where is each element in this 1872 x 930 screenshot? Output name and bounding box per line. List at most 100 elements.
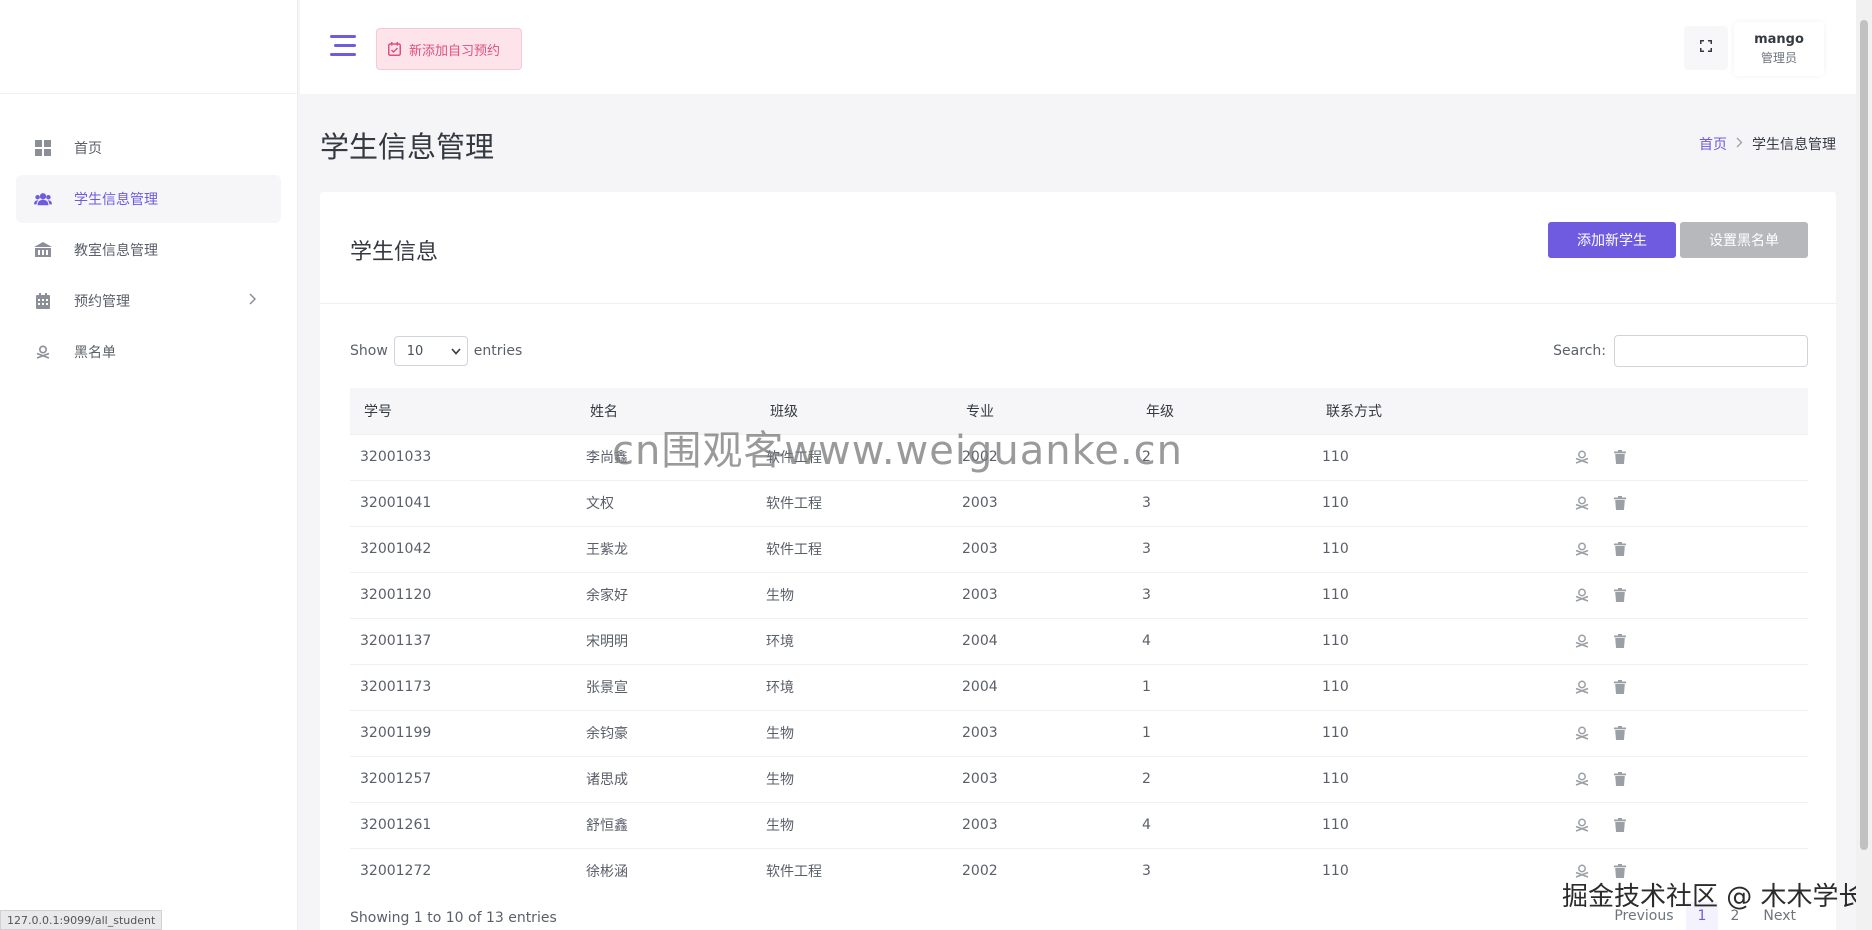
- delete-icon[interactable]: [1610, 539, 1630, 559]
- blacklist-student-icon[interactable]: [1572, 631, 1592, 651]
- table-cell: 32001033: [360, 449, 432, 465]
- row-actions: [1562, 618, 1808, 664]
- blacklist-student-icon[interactable]: [1572, 815, 1592, 835]
- table-cell: 软件工程: [766, 496, 822, 512]
- table-cell: 生物: [766, 726, 794, 742]
- fullscreen-button[interactable]: [1684, 26, 1728, 70]
- table-cell: 余钧豪: [586, 726, 628, 742]
- delete-icon[interactable]: [1610, 585, 1630, 605]
- sidebar-item-classrooms[interactable]: 教室信息管理: [16, 226, 281, 274]
- sidebar-item-reservations[interactable]: 预约管理: [16, 277, 281, 325]
- chevron-down-icon: [451, 344, 461, 359]
- row-actions: [1562, 664, 1808, 710]
- table-cell: 3: [1142, 495, 1151, 511]
- user-name: mango: [1754, 32, 1804, 47]
- table-cell: 张景宣: [586, 680, 628, 696]
- breadcrumb-current: 学生信息管理: [1752, 137, 1836, 153]
- dashboard-icon: [34, 139, 52, 157]
- search-control: Search:: [1553, 334, 1808, 368]
- classroom-icon: [34, 241, 52, 259]
- table-cell: 2003: [962, 817, 998, 833]
- table-cell: 110: [1322, 541, 1349, 557]
- delete-icon[interactable]: [1610, 677, 1630, 697]
- table-cell: 软件工程: [766, 864, 822, 881]
- table-cell: 110: [1322, 725, 1349, 741]
- table-row: 32001120 余家好 生物 2003 3 110: [350, 572, 1808, 618]
- row-actions: [1562, 526, 1808, 572]
- row-actions: [1562, 572, 1808, 618]
- delete-icon[interactable]: [1610, 631, 1630, 651]
- breadcrumb: 首页 学生信息管理: [1699, 134, 1836, 154]
- table-cell: 1: [1142, 679, 1151, 695]
- delete-icon[interactable]: [1610, 447, 1630, 467]
- table-cell: 110: [1322, 679, 1349, 695]
- blacklist-student-icon[interactable]: [1572, 769, 1592, 789]
- table-cell: 3: [1142, 541, 1151, 557]
- search-input[interactable]: [1614, 335, 1808, 367]
- table-row: 32001257 诸思成 生物 2003 2 110: [350, 756, 1808, 802]
- students-card: 学生信息 添加新学生 设置黑名单 Show 10 entries Search:…: [320, 192, 1836, 930]
- scrollbar-thumb[interactable]: [1860, 20, 1868, 850]
- blacklist-student-icon[interactable]: [1572, 677, 1592, 697]
- table-row: 32001173 张景宣 环境 2004 1 110: [350, 664, 1808, 710]
- sidebar: 首页 学生信息管理 教室信息管理 预约管理 黑名单: [0, 0, 298, 930]
- table-row: 32001261 舒恒鑫 生物 2003 4 110: [350, 802, 1808, 848]
- table-cell: 诸思成: [586, 772, 628, 788]
- new-booking-button[interactable]: 新添加自习预约: [376, 28, 522, 70]
- sidebar-item-students[interactable]: 学生信息管理: [16, 175, 281, 223]
- column-header-actions: [1562, 388, 1808, 434]
- table-cell: 110: [1322, 449, 1349, 465]
- delete-icon[interactable]: [1610, 815, 1630, 835]
- entries-label: entries: [473, 343, 523, 359]
- entries-select[interactable]: 10: [393, 336, 468, 366]
- table-row: 32001137 宋明明 环境 2004 4 110: [350, 618, 1808, 664]
- sidebar-item-label: 预约管理: [74, 294, 130, 310]
- delete-icon[interactable]: [1610, 493, 1630, 513]
- row-actions: [1562, 802, 1808, 848]
- table-body: 32001033 李尚鑫 软件工程 2002 2 110 32001041 文权 软件工程 200…: [350, 434, 1808, 894]
- table-cell: 110: [1322, 771, 1349, 787]
- column-header-id[interactable]: 学号: [350, 388, 576, 434]
- sidebar-item-label: 教室信息管理: [74, 243, 158, 259]
- chevron-right-icon: [249, 293, 257, 309]
- user-menu[interactable]: mango 管理员: [1734, 22, 1824, 76]
- sidebar-item-label: 学生信息管理: [74, 192, 158, 208]
- sidebar-item-blacklist[interactable]: 黑名单: [16, 328, 281, 376]
- blacklist-icon: [34, 343, 52, 361]
- table-info: Showing 1 to 10 of 13 entries: [350, 910, 557, 926]
- table-cell: 110: [1322, 587, 1349, 603]
- page-scrollbar[interactable]: [1856, 0, 1872, 930]
- table-cell: 宋明明: [586, 634, 628, 650]
- blacklist-student-icon[interactable]: [1572, 539, 1592, 559]
- column-header-contact[interactable]: 联系方式: [1312, 388, 1562, 434]
- delete-icon[interactable]: [1610, 723, 1630, 743]
- table-cell: 4: [1142, 817, 1151, 833]
- table-cell: 生物: [766, 818, 794, 834]
- entries-select-value: 10: [406, 343, 424, 359]
- sidebar-nav: 首页 学生信息管理 教室信息管理 预约管理 黑名单: [0, 94, 297, 376]
- page-title: 学生信息管理: [320, 130, 495, 164]
- chevron-right-icon: [1736, 136, 1743, 152]
- blacklist-student-icon[interactable]: [1572, 447, 1592, 467]
- table-cell: 2003: [962, 541, 998, 557]
- table-cell: 32001199: [360, 725, 432, 741]
- table-cell: 110: [1322, 633, 1349, 649]
- fullscreen-icon: [1700, 40, 1712, 56]
- blacklist-student-icon[interactable]: [1572, 585, 1592, 605]
- blacklist-student-icon[interactable]: [1572, 493, 1592, 513]
- table-cell: 2004: [962, 633, 998, 649]
- breadcrumb-home-link[interactable]: 首页: [1699, 134, 1727, 154]
- menu-toggle-icon[interactable]: [330, 35, 356, 57]
- row-actions: [1562, 480, 1808, 526]
- add-student-button[interactable]: 添加新学生: [1548, 222, 1676, 258]
- sidebar-brand: [0, 0, 297, 94]
- sidebar-item-label: 黑名单: [74, 345, 116, 361]
- blacklist-student-icon[interactable]: [1572, 723, 1592, 743]
- table-cell: 王紫龙: [586, 542, 628, 558]
- table-cell: 2: [1142, 771, 1151, 787]
- delete-icon[interactable]: [1610, 769, 1630, 789]
- sidebar-item-home[interactable]: 首页: [16, 124, 281, 172]
- table-row: 32001042 王紫龙 软件工程 2003 3 110: [350, 526, 1808, 572]
- set-blacklist-button[interactable]: 设置黑名单: [1680, 222, 1808, 258]
- table-cell: 2003: [962, 725, 998, 741]
